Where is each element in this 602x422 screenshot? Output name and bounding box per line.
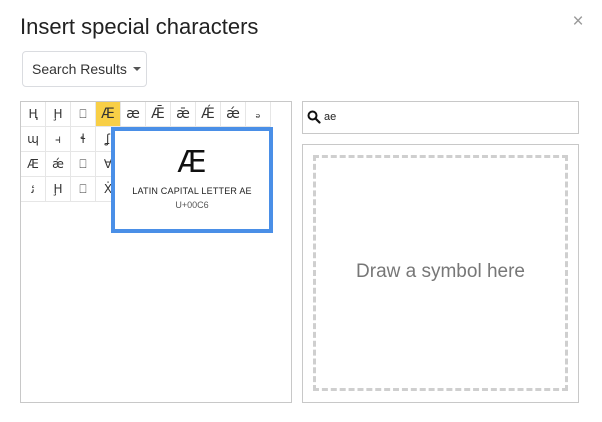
character-cell[interactable]: ⎕ (71, 152, 96, 177)
character-cell[interactable]: æ (121, 102, 146, 127)
character-cell[interactable]: ɬ (71, 127, 96, 152)
character-cell[interactable]: Ḩ (46, 102, 71, 127)
preview-character-code: U+00C6 (175, 200, 209, 210)
character-cell[interactable]: ǽ (46, 152, 71, 177)
preview-character-name: LATIN CAPITAL LETTER AE (132, 186, 252, 196)
character-cell[interactable]: ⎕ (71, 177, 96, 202)
close-icon[interactable]: × (569, 11, 587, 33)
character-cell[interactable]: Ǽ (196, 102, 221, 127)
search-input[interactable] (324, 107, 569, 127)
character-cell[interactable]: ɰ (21, 127, 46, 152)
character-cell[interactable]: Æ (21, 152, 46, 177)
character-cell[interactable]: ₔ (246, 102, 271, 127)
search-box[interactable] (302, 101, 579, 134)
preview-glyph: Æ (177, 145, 207, 180)
draw-symbol-canvas[interactable]: Draw a symbol here (313, 155, 568, 391)
dialog-title: Insert special characters (20, 14, 259, 39)
special-characters-dialog: Insert special characters × Search Resul… (0, 0, 602, 422)
character-cell[interactable]: Ǣ (146, 102, 171, 127)
character-cell[interactable]: ⫞ (46, 127, 71, 152)
character-cell[interactable]: Ⱨ (21, 102, 46, 127)
category-dropdown-label: Search Results (32, 61, 127, 77)
character-cell[interactable]: Æ (96, 102, 121, 127)
character-cell[interactable]: ⎕ (71, 102, 96, 127)
caret-down-icon (132, 67, 141, 71)
character-preview-popup: Æ LATIN CAPITAL LETTER AE U+00C6 (111, 127, 273, 233)
draw-placeholder-text: Draw a symbol here (356, 261, 525, 282)
draw-panel: Draw a symbol here (302, 144, 579, 403)
character-cell[interactable]: ﺋ (21, 177, 46, 202)
category-dropdown[interactable]: Search Results (22, 51, 147, 87)
search-icon (307, 110, 321, 124)
character-cell[interactable]: ǽ (221, 102, 246, 127)
character-cell[interactable]: ǣ (171, 102, 196, 127)
character-cell[interactable]: Ḩ (46, 177, 71, 202)
